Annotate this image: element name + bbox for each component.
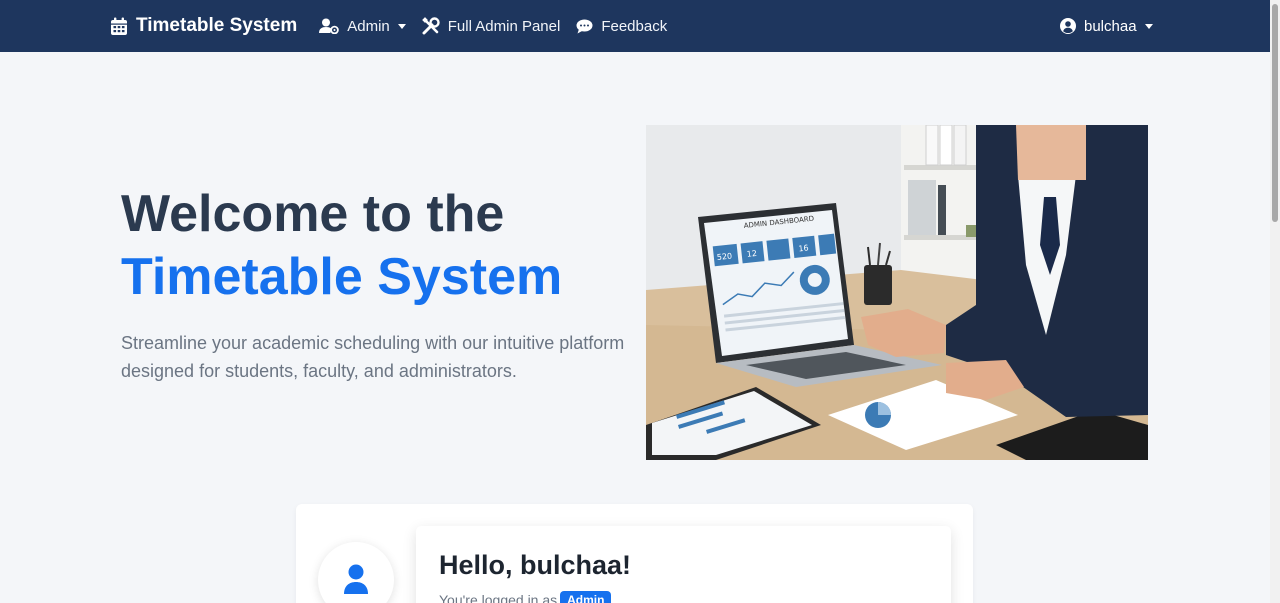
admin-label: Admin bbox=[347, 17, 390, 35]
login-status-text: You're logged in as bbox=[439, 592, 558, 603]
laptop-stat-1: 520 bbox=[716, 251, 732, 262]
avatar bbox=[318, 542, 394, 603]
user-icon bbox=[344, 564, 368, 594]
hero-title-line1: Welcome to the bbox=[121, 185, 505, 243]
chevron-down-icon bbox=[1144, 23, 1153, 29]
hero-title-line2: Timetable System bbox=[121, 248, 563, 306]
login-status: You're logged in as Admin bbox=[439, 591, 612, 603]
nav-left-group: Timetable System Admin Full Admin Panel bbox=[110, 0, 683, 52]
hero-subtitle: Streamline your academic scheduling with… bbox=[121, 333, 625, 381]
user-circle-icon bbox=[1060, 18, 1076, 34]
full-admin-panel-link[interactable]: Full Admin Panel bbox=[421, 17, 561, 35]
tools-icon bbox=[421, 17, 440, 35]
page-scrollbar[interactable] bbox=[1270, 0, 1280, 603]
brand-link[interactable]: Timetable System bbox=[110, 15, 297, 37]
top-navbar: Timetable System Admin Full Admin Panel bbox=[0, 0, 1270, 52]
feedback-link[interactable]: Feedback bbox=[576, 18, 667, 35]
admin-dropdown[interactable]: Admin bbox=[319, 18, 406, 35]
role-badge: Admin bbox=[560, 591, 612, 603]
full-admin-panel-label: Full Admin Panel bbox=[447, 17, 561, 35]
brand-label: Timetable System bbox=[136, 15, 298, 36]
laptop-stat-3: 16 bbox=[798, 243, 809, 253]
user-dropdown[interactable]: bulchaa bbox=[1060, 0, 1153, 52]
username-label: bulchaa bbox=[1084, 17, 1137, 35]
laptop-stat-2: 12 bbox=[746, 249, 757, 259]
feedback-label: Feedback bbox=[601, 17, 668, 35]
hero-title: Welcome to the Timetable System bbox=[121, 183, 562, 309]
user-cog-icon bbox=[319, 18, 340, 34]
hero-illustration: ADMIN DASHBOARD 520 12 16 bbox=[646, 125, 1148, 460]
chevron-down-icon bbox=[397, 23, 406, 29]
comment-icon bbox=[576, 19, 593, 33]
calendar-icon bbox=[111, 17, 127, 35]
welcome-greeting: Hello, bulchaa! bbox=[439, 550, 632, 580]
scrollbar-thumb[interactable] bbox=[1272, 4, 1278, 222]
